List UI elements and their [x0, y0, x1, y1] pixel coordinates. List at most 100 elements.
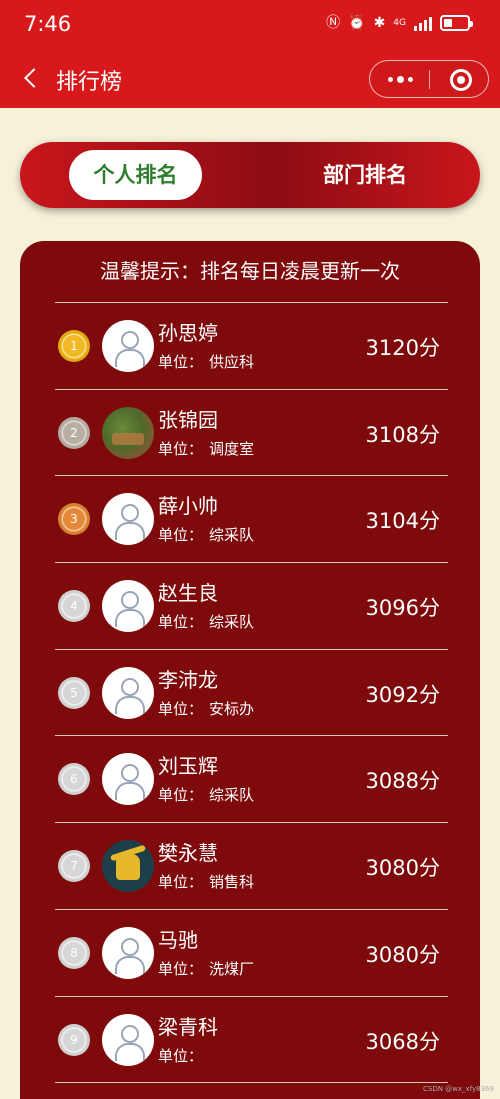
- member-name: 马驰: [158, 927, 198, 952]
- close-miniprogram-icon[interactable]: [430, 61, 490, 97]
- silver-medal-icon: 2: [58, 416, 90, 449]
- member-dept: 单位： 供应科: [158, 351, 254, 372]
- rank-badge-icon: 6: [58, 763, 90, 796]
- ranking-row[interactable]: 3 薛小帅 单位： 综采队 3104分: [55, 475, 448, 562]
- tab-department-ranking[interactable]: 部门排名: [300, 150, 430, 200]
- ranking-row[interactable]: 9 梁青科 单位： 3068分: [55, 995, 448, 1083]
- member-name: 薛小帅: [158, 494, 218, 519]
- member-dept: 单位： 综采队: [158, 524, 254, 545]
- rank-number: 5: [62, 680, 86, 705]
- ranking-row[interactable]: 7 樊永慧 单位： 销售科 3080分: [55, 822, 448, 909]
- watermark: CSDN @wx_xfy8369: [423, 1085, 494, 1093]
- network-type-icon: 4G: [393, 18, 406, 28]
- member-score: 3080分: [365, 942, 440, 967]
- ranking-row[interactable]: 1 孙思婷 单位： 供应科 3120分: [55, 302, 448, 389]
- avatar: [102, 666, 154, 719]
- update-tip: 温馨提示：排名每日凌晨更新一次: [100, 259, 400, 283]
- dept-label: 单位：: [158, 699, 204, 718]
- ranking-row[interactable]: 4 赵生良 单位： 综采队 3096分: [55, 562, 448, 649]
- app-header: 7:46 Ⓝ ⏰ ✱ 4G 排行榜: [0, 0, 500, 108]
- dept-value: 综采队: [209, 526, 255, 545]
- battery-icon: [440, 15, 473, 31]
- member-name: 赵生良: [158, 581, 218, 606]
- rank-number: 6: [62, 767, 86, 792]
- page-title: 排行榜: [56, 70, 123, 95]
- dept-value: 销售科: [209, 873, 255, 892]
- rank-badge-icon: 7: [58, 850, 90, 883]
- member-dept: 单位：: [158, 1045, 209, 1066]
- ranking-row[interactable]: 6 刘玉辉 单位： 综采队 3088分: [55, 735, 448, 822]
- member-dept: 单位： 销售科: [158, 871, 254, 892]
- dept-label: 单位：: [158, 786, 204, 805]
- rank-badge-icon: 4: [58, 590, 90, 623]
- rank-number: 3: [62, 507, 86, 532]
- ranking-panel: 温馨提示：排名每日凌晨更新一次 1 孙思婷 单位： 供应科 3120分 2 张锦园…: [20, 241, 480, 1099]
- signal-icon: [414, 15, 432, 31]
- member-dept: 单位： 综采队: [158, 784, 254, 805]
- avatar: [102, 320, 154, 372]
- bluetooth-icon: ✱: [373, 15, 386, 31]
- dept-label: 单位：: [158, 873, 204, 892]
- ranking-row-divider: [55, 1082, 448, 1099]
- dept-label: 单位：: [158, 1046, 204, 1065]
- member-score: 3120分: [365, 336, 440, 360]
- ranking-row[interactable]: 2 张锦园 单位： 调度室 3108分: [55, 388, 448, 476]
- dept-label: 单位：: [158, 613, 204, 632]
- avatar: [102, 493, 154, 546]
- bronze-medal-icon: 3: [58, 503, 90, 536]
- avatar: [102, 840, 154, 893]
- avatar: [102, 926, 154, 979]
- dept-value: 调度室: [209, 439, 255, 458]
- dept-label: 单位：: [158, 526, 204, 545]
- dept-label: 单位：: [158, 439, 204, 458]
- member-score: 3080分: [365, 856, 440, 881]
- dept-value: 安标办: [209, 699, 255, 718]
- member-score: 3088分: [365, 769, 440, 794]
- ranking-row[interactable]: 5 李沛龙 单位： 安标办 3092分: [55, 648, 448, 736]
- member-dept: 单位： 综采队: [158, 611, 254, 632]
- member-score: 3092分: [365, 682, 440, 707]
- rank-badge-icon: 5: [58, 676, 90, 709]
- nfc-icon: Ⓝ: [326, 15, 341, 31]
- more-icon[interactable]: [370, 61, 430, 97]
- member-dept: 单位： 安标办: [158, 698, 254, 719]
- rank-badge-icon: 8: [58, 936, 90, 969]
- gold-medal-icon: 1: [58, 330, 90, 362]
- dept-value: 供应科: [209, 353, 255, 371]
- member-name: 刘玉辉: [158, 754, 218, 779]
- rank-badge-icon: 9: [58, 1023, 90, 1056]
- avatar: [102, 580, 154, 633]
- dept-label: 单位：: [158, 959, 204, 978]
- dept-value: 综采队: [209, 786, 255, 805]
- rank-number: 1: [62, 334, 86, 358]
- rank-number: 8: [62, 940, 86, 965]
- rank-number: 7: [62, 854, 86, 879]
- member-name: 张锦园: [158, 407, 218, 432]
- tab-personal-ranking[interactable]: 个人排名: [69, 150, 202, 200]
- dept-label: 单位：: [158, 353, 204, 371]
- member-name: 李沛龙: [158, 667, 218, 692]
- status-time: 7:46: [24, 12, 72, 36]
- member-name: 梁青科: [158, 1014, 218, 1039]
- dept-value: 洗煤厂: [209, 959, 255, 978]
- status-icons: Ⓝ ⏰ ✱ 4G: [326, 14, 473, 32]
- avatar: [102, 1013, 154, 1066]
- dept-value: 综采队: [209, 613, 255, 632]
- member-dept: 单位： 洗煤厂: [158, 958, 254, 979]
- rank-number: 2: [62, 420, 86, 445]
- nav-bar: 排行榜: [0, 50, 500, 108]
- back-icon[interactable]: [18, 64, 46, 92]
- member-score: 3104分: [365, 509, 440, 534]
- miniprogram-capsule: [369, 60, 489, 98]
- member-score: 3068分: [365, 1029, 440, 1054]
- rank-number: 9: [62, 1027, 86, 1052]
- member-name: 孙思婷: [158, 321, 218, 345]
- alarm-icon: ⏰: [348, 15, 366, 31]
- avatar: [102, 406, 154, 459]
- member-name: 樊永慧: [158, 841, 218, 866]
- status-bar: 7:46 Ⓝ ⏰ ✱ 4G: [0, 0, 500, 50]
- ranking-list: 1 孙思婷 单位： 供应科 3120分 2 张锦园 单位： 调度室 3108分 3 …: [55, 302, 448, 1099]
- member-score: 3108分: [365, 422, 440, 447]
- ranking-tabs: 个人排名 部门排名: [20, 142, 480, 208]
- ranking-row[interactable]: 8 马驰 单位： 洗煤厂 3080分: [55, 908, 448, 996]
